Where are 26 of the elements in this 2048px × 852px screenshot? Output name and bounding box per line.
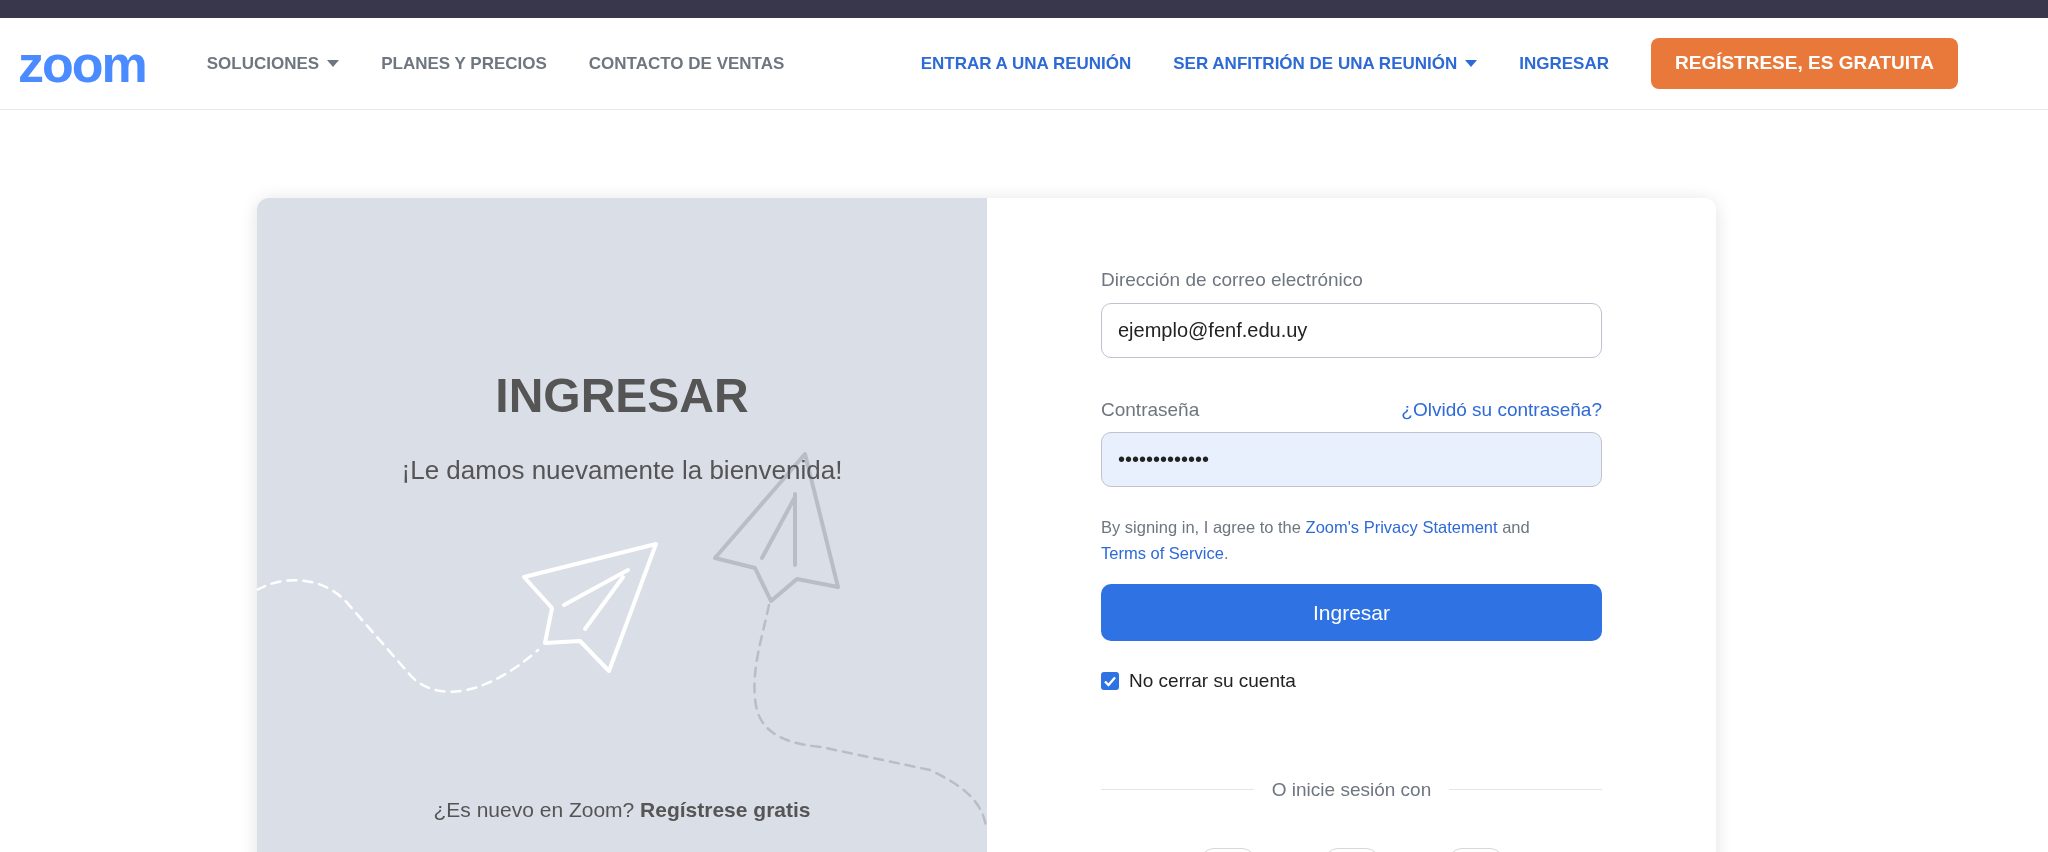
forgot-password-link[interactable]: ¿Olvidó su contraseña? (1401, 395, 1602, 424)
privacy-statement-link[interactable]: Zoom's Privacy Statement (1305, 518, 1498, 536)
terms-of-service-link[interactable]: Terms of Service (1101, 543, 1224, 562)
remember-checkbox[interactable] (1101, 672, 1119, 691)
logo[interactable]: zoom (18, 37, 146, 90)
signup-link[interactable]: Regístrese gratis (640, 797, 811, 821)
caret-icon (327, 60, 340, 67)
nav-link[interactable]: INGRESAR (1498, 50, 1630, 77)
email-field[interactable]: ejemplo@fenf.edu.uy (1101, 302, 1602, 358)
sign-in-button[interactable]: Ingresar (1101, 584, 1602, 642)
terms-text: By signing in, I agree to the Zoom's Privacy Statement and Terms of Service. (1101, 517, 1531, 564)
signup-button[interactable]: REGÍSTRESE, ES GRATUITA (1651, 38, 1958, 89)
divider-text: O inicie sesión con (1270, 777, 1433, 802)
password-field[interactable]: ••••••••••••• (1101, 432, 1602, 487)
remember-label: No cerrar su cuenta (1129, 669, 1296, 694)
signup-prompt: ¿Es nuevo en Zoom? (433, 797, 636, 821)
welcome-message: ¡Le damos nuevamente la bienvenida! (401, 453, 843, 487)
nav-link[interactable]: SOLUCIONES (185, 50, 361, 77)
password-label: Contraseña (1101, 397, 1200, 422)
email-label: Dirección de correo electrónico (1101, 268, 1364, 292)
welcome-title: INGRESAR (495, 368, 749, 424)
nav-link[interactable]: ENTRAR A UNA REUNIÓN (899, 50, 1153, 77)
nav-link[interactable]: CONTACTO DE VENTAS (567, 50, 806, 77)
caret-icon (1465, 60, 1478, 67)
nav-link[interactable]: PLANES Y PRECIOS (360, 50, 568, 77)
nav-link[interactable]: SER ANFITRIÓN DE UNA REUNIÓN (1152, 50, 1499, 77)
